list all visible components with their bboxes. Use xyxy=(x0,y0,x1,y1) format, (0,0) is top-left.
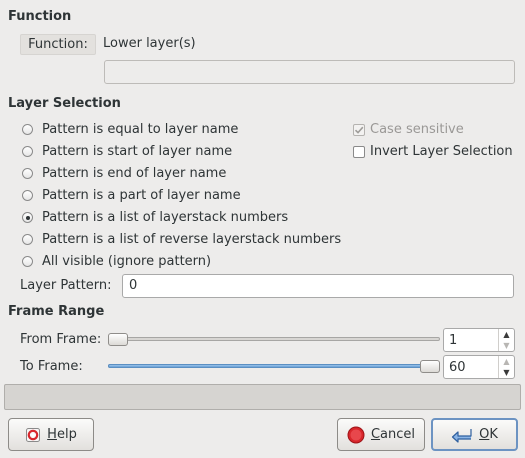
layer-selection-option[interactable]: Pattern is a part of layer name xyxy=(22,188,241,203)
invert-selection-checkbox[interactable]: Invert Layer Selection xyxy=(353,144,513,159)
to-frame-slider-fill xyxy=(108,364,430,368)
layer-selection-option[interactable]: Pattern is a list of reverse layerstack … xyxy=(22,232,341,247)
layer-selection-option[interactable]: Pattern is equal to layer name xyxy=(22,122,238,137)
spin-up-icon[interactable]: ▲ xyxy=(499,329,514,340)
to-frame-spinbox[interactable]: 60 ▲ ▼ xyxy=(443,355,515,379)
layer-selection-option-label: All visible (ignore pattern) xyxy=(42,254,212,269)
radio-button[interactable] xyxy=(22,168,33,179)
function-button[interactable]: Function: xyxy=(20,34,96,55)
layer-selection-option-label: Pattern is a list of reverse layerstack … xyxy=(42,232,342,247)
from-frame-value: 1 xyxy=(449,333,458,348)
cancel-icon xyxy=(347,426,365,443)
ok-button[interactable]: OK xyxy=(431,418,518,451)
function-value: Lower layer(s) xyxy=(103,36,196,51)
layer-selection-option-label: Pattern is equal to layer name xyxy=(42,122,239,137)
radio-button[interactable] xyxy=(22,146,33,157)
layer-selection-option[interactable]: Pattern is a list of layerstack numbers xyxy=(22,210,288,225)
enter-arrow-icon xyxy=(452,428,472,443)
spin-down-icon[interactable]: ▼ xyxy=(499,367,514,378)
layer-pattern-input[interactable]: 0 xyxy=(122,274,514,298)
to-frame-spin-arrows[interactable]: ▲ ▼ xyxy=(498,356,514,378)
checkmark-icon xyxy=(354,126,364,134)
ok-button-label: OK xyxy=(479,427,498,442)
layer-selection-title: Layer Selection xyxy=(8,96,121,111)
case-sensitive-box xyxy=(353,123,365,136)
from-frame-spinbox[interactable]: 1 ▲ ▼ xyxy=(443,328,515,352)
layer-selection-option[interactable]: All visible (ignore pattern) xyxy=(22,254,211,269)
from-frame-slider-trough xyxy=(108,337,440,341)
case-sensitive-label: Case sensitive xyxy=(370,122,464,137)
to-frame-slider-handle[interactable] xyxy=(420,360,440,373)
from-frame-slider-handle[interactable] xyxy=(108,333,128,346)
from-frame-slider[interactable] xyxy=(108,332,440,347)
spin-up-icon[interactable]: ▲ xyxy=(499,356,514,367)
invert-selection-box[interactable] xyxy=(353,145,365,158)
progress-bar xyxy=(4,384,521,410)
layer-selection-option-label: Pattern is end of layer name xyxy=(42,166,227,181)
function-section-title: Function xyxy=(8,9,72,24)
layer-selection-option-label: Pattern is start of layer name xyxy=(42,144,233,159)
from-frame-spin-arrows[interactable]: ▲ ▼ xyxy=(498,329,514,351)
cancel-button[interactable]: Cancel xyxy=(337,418,425,451)
invert-selection-label: Invert Layer Selection xyxy=(370,144,513,159)
help-button-label: Help xyxy=(47,427,77,442)
layer-selection-option[interactable]: Pattern is start of layer name xyxy=(22,144,232,159)
spin-down-icon[interactable]: ▼ xyxy=(499,340,514,351)
frame-range-title: Frame Range xyxy=(8,304,105,319)
radio-button[interactable] xyxy=(22,234,33,245)
radio-button[interactable] xyxy=(22,256,33,267)
from-frame-label: From Frame: xyxy=(20,332,102,347)
help-button[interactable]: Help xyxy=(8,418,94,451)
layer-selection-option[interactable]: Pattern is end of layer name xyxy=(22,166,226,181)
layer-selection-option-label: Pattern is a list of layerstack numbers xyxy=(42,210,289,225)
radio-button[interactable] xyxy=(22,212,33,223)
function-button-label: Function: xyxy=(28,37,88,52)
case-sensitive-checkbox: Case sensitive xyxy=(353,122,464,137)
radio-button[interactable] xyxy=(22,190,33,201)
cancel-button-label: Cancel xyxy=(370,427,416,442)
radio-button[interactable] xyxy=(22,124,33,135)
layer-selection-option-label: Pattern is a part of layer name xyxy=(42,188,241,203)
to-frame-value: 60 xyxy=(449,360,466,375)
to-frame-slider[interactable] xyxy=(108,359,440,374)
layer-pattern-label: Layer Pattern: xyxy=(20,278,112,293)
to-frame-label: To Frame: xyxy=(20,359,83,374)
help-icon xyxy=(26,427,41,442)
function-extra-field xyxy=(104,60,515,84)
layer-pattern-value: 0 xyxy=(129,278,138,293)
